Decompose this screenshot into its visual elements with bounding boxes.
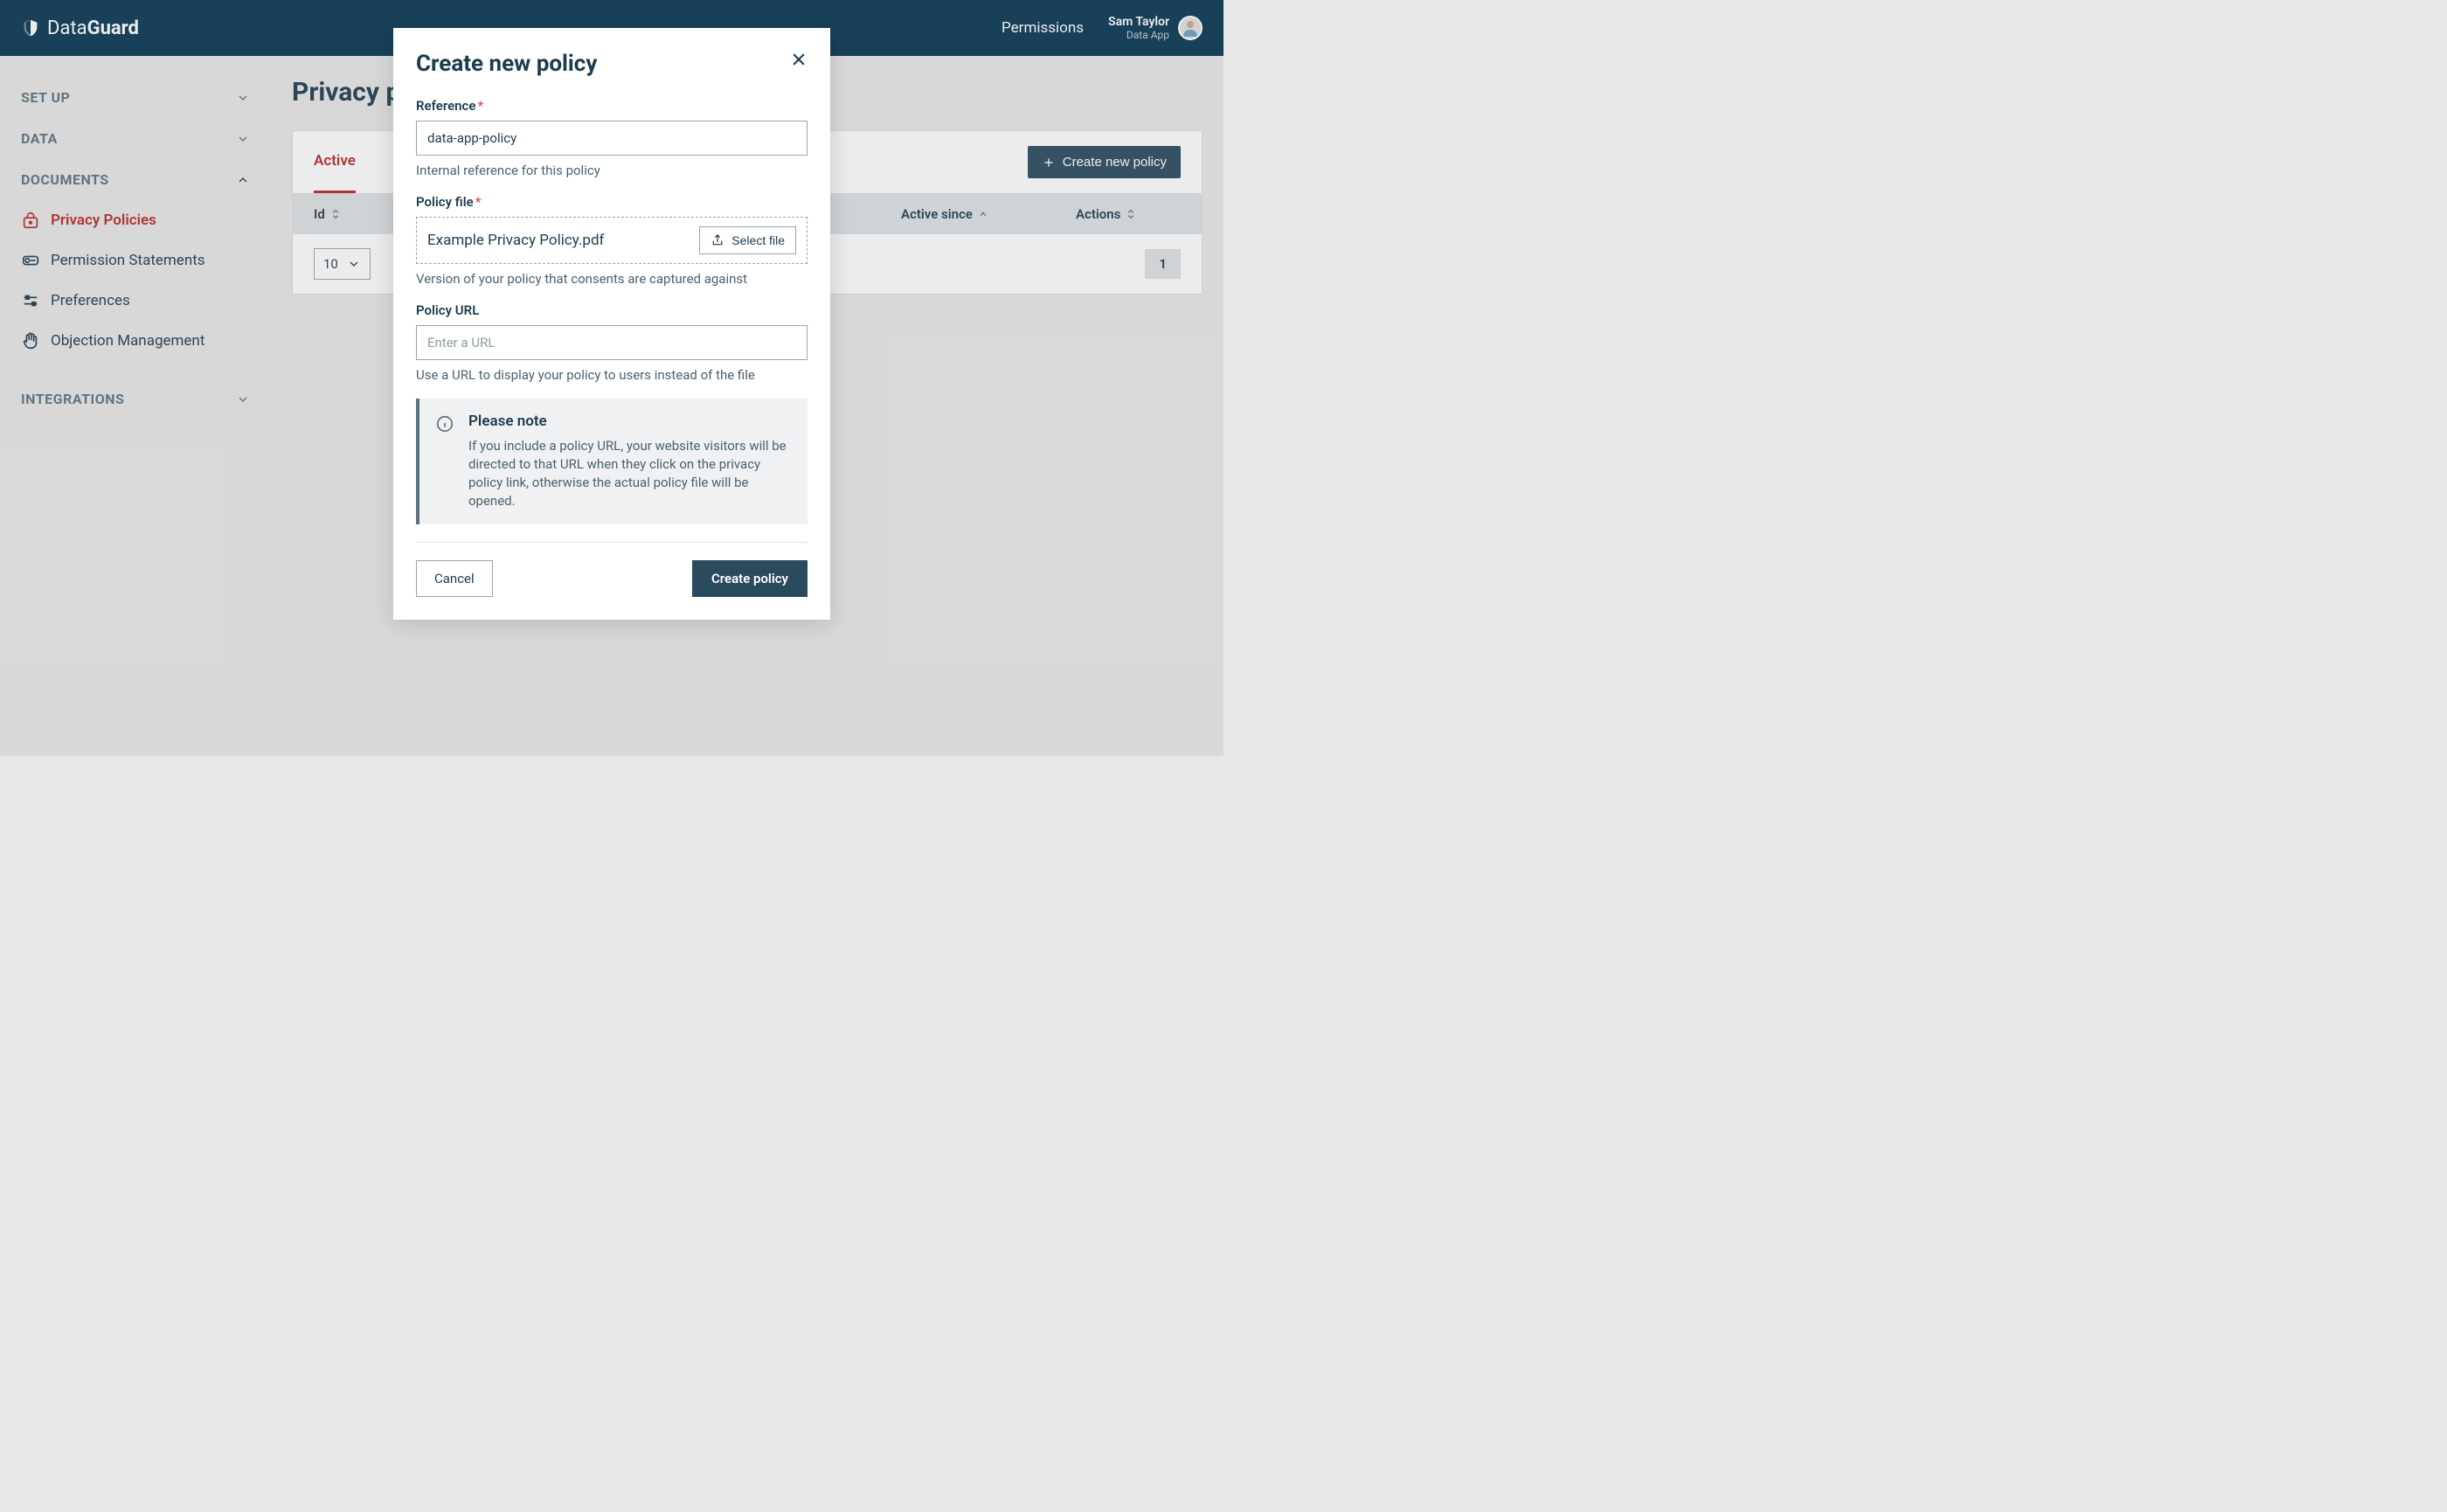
reference-label: Reference* <box>416 98 808 114</box>
note-text: If you include a policy URL, your websit… <box>468 437 792 510</box>
close-icon <box>790 51 808 68</box>
close-button[interactable] <box>790 51 808 68</box>
reference-input[interactable] <box>416 121 808 156</box>
note-box: Please note If you include a policy URL,… <box>416 399 808 524</box>
modal-divider <box>416 542 808 543</box>
policy-url-label: Policy URL <box>416 302 808 318</box>
url-hint: Use a URL to display your policy to user… <box>416 367 808 383</box>
reference-hint: Internal reference for this policy <box>416 163 808 178</box>
file-name: Example Privacy Policy.pdf <box>427 232 604 249</box>
modal-overlay: Create new policy Reference* Internal re… <box>0 0 1224 756</box>
select-file-button[interactable]: Select file <box>699 226 796 254</box>
cancel-button[interactable]: Cancel <box>416 560 493 597</box>
upload-icon <box>711 233 724 247</box>
file-dropzone[interactable]: Example Privacy Policy.pdf Select file <box>416 217 808 264</box>
file-hint: Version of your policy that consents are… <box>416 271 808 287</box>
note-title: Please note <box>468 413 792 430</box>
policy-file-label: Policy file* <box>416 194 808 210</box>
info-icon <box>435 414 454 433</box>
submit-button[interactable]: Create policy <box>692 560 808 597</box>
modal-title: Create new policy <box>416 51 597 77</box>
select-file-label: Select file <box>731 233 785 247</box>
policy-url-input[interactable] <box>416 325 808 360</box>
create-policy-modal: Create new policy Reference* Internal re… <box>393 28 830 620</box>
